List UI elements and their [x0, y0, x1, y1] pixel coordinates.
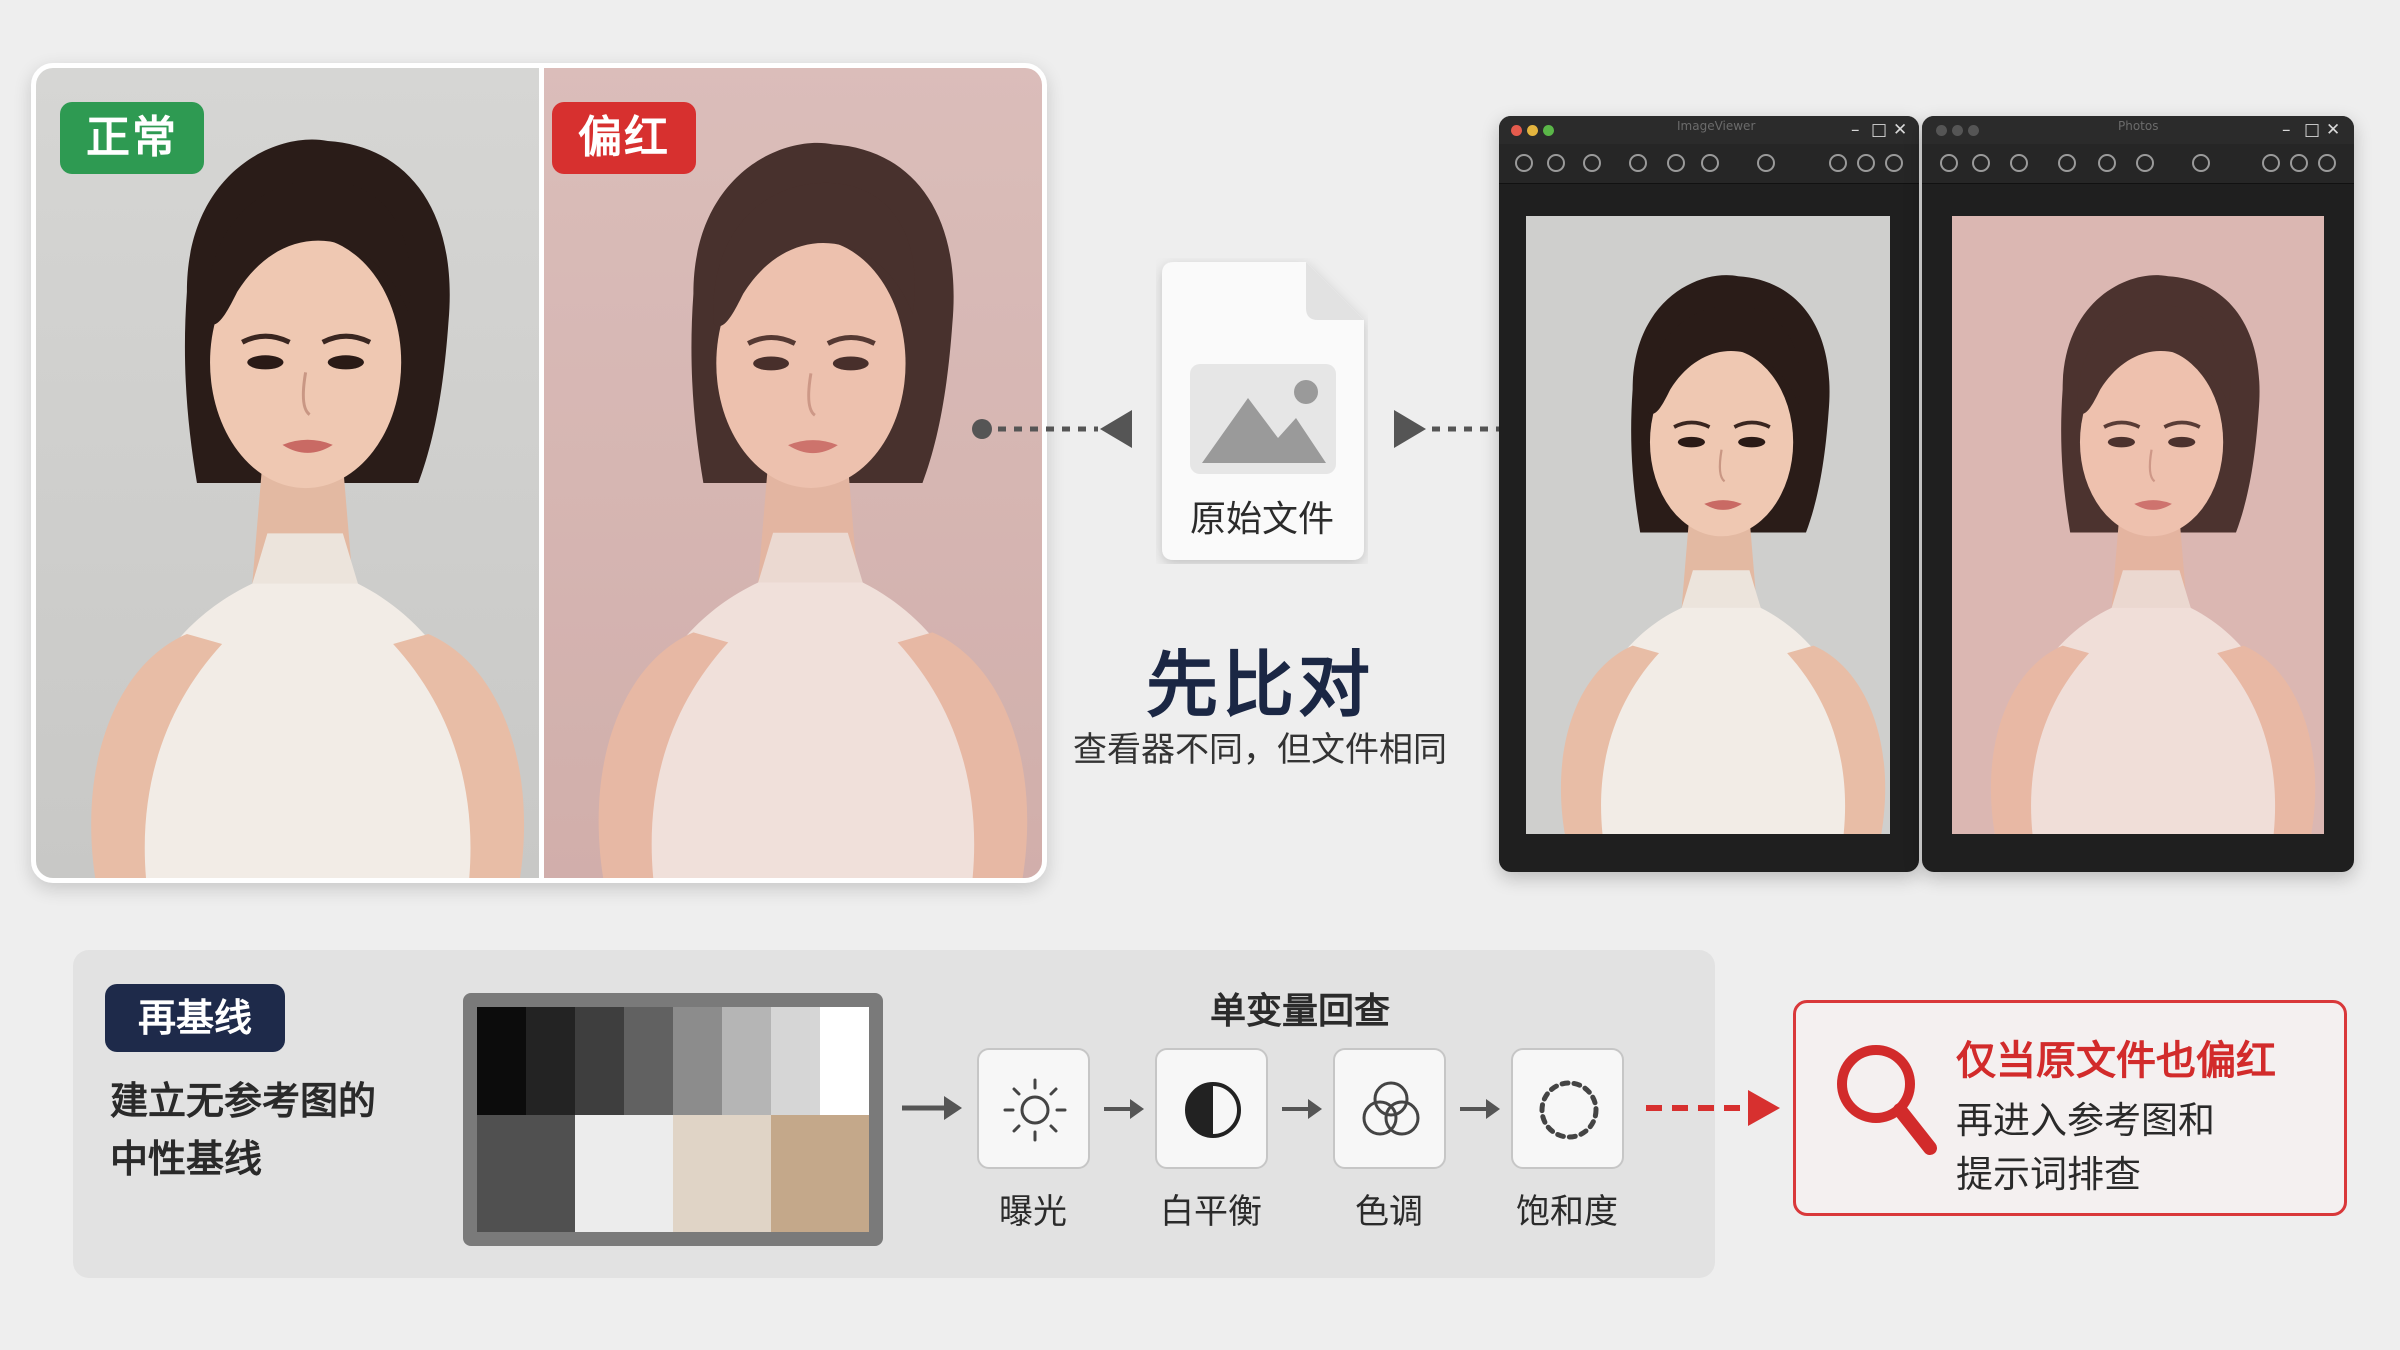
normal-photo	[36, 68, 539, 878]
viewer-title: ImageViewer	[1677, 119, 1756, 133]
sun-icon	[1003, 1078, 1067, 1142]
swatch-cell	[624, 1007, 673, 1115]
settings-icon[interactable]	[1885, 154, 1903, 172]
zoom-in-icon[interactable]	[1940, 154, 1958, 172]
minimize-dot-icon[interactable]	[1952, 125, 1963, 136]
red-arrow-right-icon	[1646, 1090, 1780, 1126]
arrow-right-icon	[1282, 1099, 1322, 1119]
baseline-desc-line1: 建立无参考图的	[110, 1079, 377, 1123]
swatch-cell	[673, 1115, 771, 1232]
baseline-description: 建立无参考图的 中性基线	[110, 1072, 440, 1188]
swatch-cell	[575, 1007, 624, 1115]
swatch-cell	[673, 1007, 722, 1115]
viewer-titlebar: ImageViewer – □ ✕	[1499, 116, 1919, 144]
swatch-cell	[575, 1115, 673, 1232]
swatch-cell	[477, 1007, 526, 1115]
viewer-image-reddish	[1952, 216, 2324, 834]
viewer-image-normal	[1526, 216, 1890, 834]
viewer-window-right: Photos – □ ✕	[1922, 116, 2354, 872]
zoom-out-icon[interactable]	[1857, 154, 1875, 172]
step-label-saturation: 饱和度	[1516, 1192, 1618, 1232]
compare-icon[interactable]	[2098, 154, 2116, 172]
swatch-cell	[820, 1007, 869, 1115]
callout-body-line1: 再进入参考图和	[1956, 1099, 2215, 1142]
minimize-icon[interactable]: –	[1851, 119, 1860, 141]
reddish-photo	[544, 68, 1042, 878]
swatch-cell	[477, 1115, 575, 1232]
left-connector-arrow	[972, 410, 1132, 448]
gray-card-swatch	[463, 993, 883, 1246]
actual-size-icon[interactable]	[2136, 154, 2154, 172]
zoom-in-icon[interactable]	[1515, 154, 1533, 172]
file-label: 原始文件	[1189, 499, 1334, 540]
fit-icon[interactable]	[1629, 154, 1647, 172]
normal-tag: 正常	[60, 102, 204, 174]
zoom-out-icon[interactable]	[2290, 154, 2308, 172]
baseline-desc-line2: 中性基线	[110, 1137, 263, 1181]
close-dot-icon[interactable]	[1936, 125, 1947, 136]
step-label-exposure: 曝光	[999, 1192, 1067, 1232]
arrow-right-icon	[1460, 1099, 1500, 1119]
zoom-icon[interactable]	[2262, 154, 2280, 172]
step-exposure	[977, 1048, 1090, 1169]
arrow-right-icon	[1104, 1099, 1144, 1119]
step-saturation	[1511, 1048, 1624, 1169]
half-circle-icon	[1185, 1082, 1241, 1138]
main-title: 先比对	[1145, 643, 1374, 727]
overlap-circles-icon	[1362, 1081, 1420, 1136]
zoom-out-icon[interactable]	[1972, 154, 1990, 172]
zoom-dot-icon[interactable]	[1543, 125, 1554, 136]
viewer-title: Photos	[2118, 119, 2159, 133]
maximize-icon[interactable]: □	[2304, 119, 2320, 141]
maximize-icon[interactable]: □	[1871, 119, 1887, 141]
reddish-tag: 偏红	[552, 102, 696, 174]
close-dot-icon[interactable]	[1511, 125, 1522, 136]
swatch-cell	[771, 1007, 820, 1115]
callout-title: 仅当原文件也偏红	[1956, 1038, 2276, 1084]
swatch-grid	[477, 1007, 869, 1232]
swatch-cell	[722, 1007, 771, 1115]
viewer-window-left: ImageViewer – □ ✕	[1499, 116, 1919, 872]
viewer-toolbar	[1499, 144, 1919, 184]
rotate-icon[interactable]	[1583, 154, 1601, 172]
dotted-circle-icon	[1539, 1080, 1599, 1140]
viewer-titlebar: Photos – □ ✕	[1922, 116, 2354, 144]
baseline-badge: 再基线	[105, 984, 285, 1052]
search-icon[interactable]	[1757, 154, 1775, 172]
viewer-toolbar	[1922, 144, 2354, 184]
zoom-dot-icon[interactable]	[1968, 125, 1979, 136]
magnifier-icon	[1837, 1045, 1937, 1155]
close-icon[interactable]: ✕	[2326, 119, 2340, 141]
comparison-card: 正常 偏红	[31, 63, 1047, 883]
close-icon[interactable]: ✕	[1893, 119, 1907, 141]
callout-body-line2: 提示词排查	[1956, 1153, 2141, 1196]
step-tone	[1333, 1048, 1446, 1169]
flow-title: 单变量回查	[1209, 991, 1390, 1032]
minimize-dot-icon[interactable]	[1527, 125, 1538, 136]
actual-size-icon[interactable]	[1701, 154, 1719, 172]
swatch-cell	[771, 1115, 869, 1232]
step-label-tone: 色调	[1355, 1192, 1423, 1232]
minimize-icon[interactable]: –	[2282, 119, 2291, 141]
arrow-right-icon	[902, 1096, 962, 1120]
callout-body: 再进入参考图和 提示词排查	[1956, 1094, 2316, 1202]
step-label-white-balance: 白平衡	[1160, 1192, 1262, 1232]
main-subtitle: 查看器不同，但文件相同	[1073, 730, 1447, 770]
step-white-balance	[1155, 1048, 1268, 1169]
zoom-out-icon[interactable]	[1547, 154, 1565, 172]
settings-icon[interactable]	[2318, 154, 2336, 172]
search-icon[interactable]	[2192, 154, 2210, 172]
zoom-icon[interactable]	[1829, 154, 1847, 172]
rotate-icon[interactable]	[2010, 154, 2028, 172]
compare-icon[interactable]	[1667, 154, 1685, 172]
swatch-cell	[526, 1007, 575, 1115]
fit-icon[interactable]	[2058, 154, 2076, 172]
